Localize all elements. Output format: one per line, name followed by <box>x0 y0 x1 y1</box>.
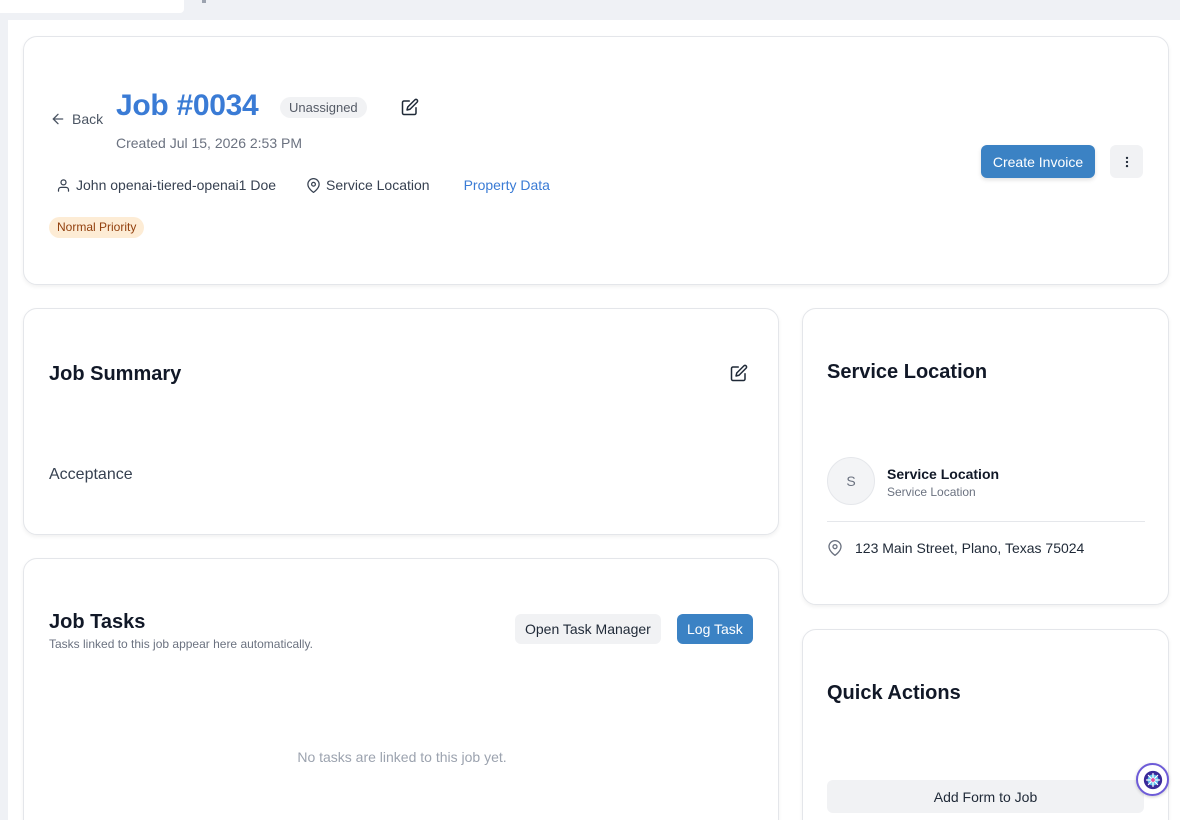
location-name: Service Location <box>887 466 1000 482</box>
job-header-card: Back Job #0034 Unassigned Created Jul 15… <box>23 36 1169 285</box>
edit-icon[interactable] <box>401 98 419 116</box>
status-badge: Unassigned <box>280 97 367 118</box>
divider <box>827 521 1145 522</box>
customer-item: John openai-tiered-openai1 Doe <box>56 177 276 193</box>
job-title: Job #0034 <box>116 89 259 122</box>
assistant-icon <box>1143 770 1162 789</box>
property-data-link[interactable]: Property Data <box>464 177 550 193</box>
back-button[interactable]: Back <box>50 111 103 127</box>
job-meta-row: John openai-tiered-openai1 Doe Service L… <box>56 177 550 193</box>
map-pin-icon <box>307 177 320 193</box>
browser-tab-strip <box>0 0 1180 20</box>
quick-actions-title: Quick Actions <box>827 682 961 704</box>
address-text: 123 Main Street, Plano, Texas 75024 <box>855 540 1085 556</box>
arrow-left-icon <box>52 113 64 125</box>
customer-name: John openai-tiered-openai1 Doe <box>76 177 277 193</box>
job-tasks-card: Job Tasks Tasks linked to this job appea… <box>23 558 779 820</box>
job-detail-page: Back Job #0034 Unassigned Created Jul 15… <box>0 0 1180 820</box>
quick-actions-card: Quick Actions Add Form to Job <box>802 629 1169 820</box>
add-form-button[interactable]: Add Form to Job <box>827 780 1144 813</box>
location-label: Service Location <box>326 177 430 193</box>
map-pin-icon <box>828 540 842 556</box>
create-invoice-button[interactable]: Create Invoice <box>981 145 1095 178</box>
summary-title: Job Summary <box>49 363 182 385</box>
location-address: 123 Main Street, Plano, Texas 75024 <box>827 540 1084 556</box>
location-type: Service Location <box>887 485 976 499</box>
created-date: Created Jul 15, 2026 2:53 PM <box>116 135 303 151</box>
summary-text: Acceptance <box>49 466 133 483</box>
assistant-button[interactable] <box>1136 763 1169 796</box>
left-gutter <box>0 20 8 820</box>
more-options-button[interactable] <box>1110 145 1143 178</box>
back-label: Back <box>72 111 104 127</box>
job-summary-card: Job Summary Acceptance <box>23 308 779 535</box>
priority-badge: Normal Priority <box>49 217 145 238</box>
avatar: S <box>827 457 875 505</box>
location-title: Service Location <box>827 361 988 383</box>
tab-indicator <box>202 0 206 3</box>
service-location-card: Service Location S Service Location Serv… <box>802 308 1169 605</box>
user-icon <box>57 178 70 192</box>
more-vertical-icon <box>1125 156 1128 167</box>
edit-icon[interactable] <box>730 364 748 382</box>
tasks-subtitle: Tasks linked to this job appear here aut… <box>49 637 313 651</box>
location-item: Service Location <box>306 177 430 193</box>
open-task-manager-button[interactable]: Open Task Manager <box>515 614 661 644</box>
tasks-empty-state: No tasks are linked to this job yet. <box>297 749 507 765</box>
tasks-title: Job Tasks <box>49 611 146 633</box>
active-tab[interactable] <box>0 0 184 13</box>
log-task-button[interactable]: Log Task <box>677 614 753 644</box>
